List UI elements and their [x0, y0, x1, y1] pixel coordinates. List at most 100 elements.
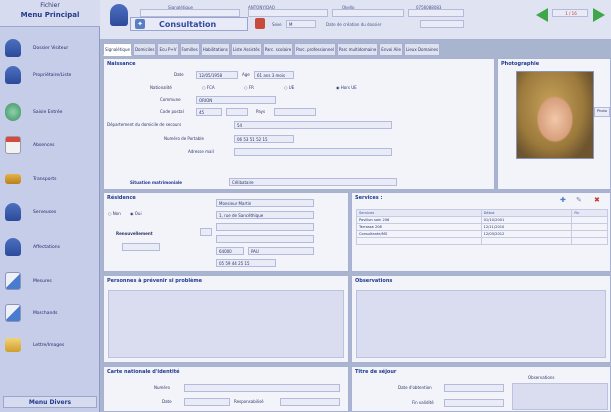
header-field-2[interactable] — [248, 9, 328, 17]
table-row[interactable]: Pavillon soin 206 01/10/2001 — [356, 216, 608, 224]
commune-field[interactable]: ORION — [196, 96, 276, 104]
person-icon — [110, 4, 128, 26]
birth-date-field[interactable]: 12/05/1958 — [196, 71, 238, 79]
sidebar-item-7[interactable]: Mesures — [5, 270, 97, 292]
permit-validity-field[interactable] — [444, 399, 504, 407]
renewal-field[interactable] — [122, 243, 160, 251]
country-field[interactable] — [274, 108, 316, 116]
address-field[interactable]: 1, rue de Sancéthique — [216, 211, 314, 219]
tab-parc-scolaire[interactable]: Parc. scolaire — [262, 43, 294, 56]
sidebar-item-1[interactable]: Propriétaire/Liste — [5, 64, 97, 86]
id-number-field[interactable] — [184, 384, 340, 392]
sidebar-label: Affectations — [33, 244, 60, 250]
id-card-panel: Carte nationale d'identité Numéro Date R… — [103, 366, 349, 412]
creation-date-field[interactable] — [420, 20, 464, 28]
table-row[interactable]: Consultante/MS 12/03/2012 — [356, 230, 608, 238]
tab-habilitations[interactable]: Habilitations — [200, 43, 230, 56]
marital-status-select[interactable]: Célibataire — [229, 178, 397, 186]
observations-textarea[interactable] — [356, 290, 606, 358]
sidebar-item-4[interactable]: Transports — [5, 168, 97, 190]
next-arrow-icon[interactable] — [593, 8, 605, 22]
tab-parc-professionnel[interactable]: Parc. professionnel — [294, 43, 336, 56]
option-label: FR — [248, 85, 254, 90]
residence-postal-field[interactable]: 64000 — [216, 247, 244, 255]
sidebar-item-2[interactable]: Saisie Entrée — [5, 101, 97, 123]
nat-option-3[interactable]: ◉ Hors UE — [336, 85, 357, 90]
previous-arrow-icon[interactable] — [536, 8, 548, 22]
mobile-field[interactable]: 06 53 51 52 15 — [234, 135, 294, 143]
sidebar-label: Dossier Visiteur — [33, 45, 69, 51]
edit-icon[interactable]: ✎ — [576, 196, 582, 204]
table-cell: Consultante/MS — [356, 230, 482, 238]
emergency-contacts-list[interactable] — [108, 290, 344, 358]
sidebar-item-8[interactable]: Marchands — [5, 302, 97, 324]
postal-code-field-2[interactable] — [226, 108, 248, 116]
country-label: Pays — [256, 109, 266, 114]
nat-option-1[interactable]: ○ FR — [244, 85, 254, 90]
column-header[interactable]: Fin — [571, 209, 608, 217]
tab-liste-assistes[interactable]: Liste Assistés — [230, 43, 262, 56]
permit-date-label: Date d'obtention — [398, 385, 432, 390]
permit-date-field[interactable] — [444, 384, 504, 392]
panel-title: Personnes à prévenir si problème — [107, 278, 203, 284]
email-label: Adresse mail — [188, 149, 214, 154]
id-date-field[interactable] — [184, 398, 230, 406]
responsible-field[interactable] — [280, 398, 340, 406]
residence-city-field[interactable]: PAU — [248, 247, 314, 255]
department-label: Département du domicile de secours — [107, 122, 182, 127]
contact-name-field[interactable]: Monsieur Martin — [216, 199, 314, 207]
table-row[interactable]: Terrasse 208 12/11/2010 — [356, 223, 608, 231]
consultation-mode-button[interactable]: ✦ Consultation — [130, 17, 248, 31]
lock-icon[interactable] — [255, 18, 265, 29]
doctor-icon — [5, 103, 21, 121]
department-select[interactable]: 54 — [234, 121, 392, 129]
sidebar-item-0[interactable]: Dossier Visiteur — [5, 37, 97, 59]
tab-lieux[interactable]: Lieux Domaines — [403, 43, 441, 56]
header-field-3[interactable] — [332, 9, 404, 17]
sidebar-label: Absences — [33, 142, 55, 148]
residence-option-non[interactable]: ○ Non — [108, 211, 121, 216]
nationality-label: Nationalité — [150, 85, 172, 90]
age-label: Age — [242, 72, 250, 77]
misc-menu-button[interactable]: Menu Divers — [3, 396, 97, 408]
tab-ecu[interactable]: Ecu P+V — [157, 43, 179, 56]
header-field-1[interactable] — [140, 9, 240, 17]
table-row[interactable] — [356, 237, 608, 245]
nat-option-2[interactable]: ○ UE — [284, 85, 294, 90]
address-field-2[interactable] — [216, 223, 314, 231]
tab-parc-multidomaine[interactable]: Parc multidomaine — [336, 43, 379, 56]
add-icon[interactable]: ✚ — [560, 196, 566, 204]
tab-familles[interactable]: Familles — [179, 43, 200, 56]
option-label: Non — [112, 211, 121, 216]
option-label: FCA — [206, 85, 215, 90]
file-menu[interactable]: Fichier — [0, 0, 100, 9]
postal-code-field[interactable]: 45 — [196, 108, 222, 116]
record-counter: 1 / 16 — [552, 9, 588, 17]
renewal-select[interactable] — [200, 228, 212, 236]
residence-phone-field[interactable]: 05 59 44 25 15 — [216, 259, 276, 267]
menu-header: Fichier Menu Principal — [0, 0, 100, 27]
sexe-select[interactable]: M — [286, 20, 316, 28]
email-field[interactable] — [234, 148, 392, 156]
birth-panel: Naissance Date 12/05/1958 Age 61 ans 3 m… — [103, 58, 495, 190]
column-header[interactable]: Services — [356, 209, 482, 217]
observations-panel: Observations — [351, 275, 611, 363]
nat-option-0[interactable]: ○ FCA — [202, 85, 215, 90]
tab-domiciles[interactable]: Domiciles — [132, 43, 157, 56]
person-icon — [5, 66, 21, 84]
panel-title: Observations — [355, 278, 393, 284]
residence-option-oui[interactable]: ◉ Oui — [130, 211, 142, 216]
record-navigator: 1 / 16 — [532, 3, 608, 25]
photo-button[interactable]: Photo — [594, 107, 610, 117]
address-field-3[interactable] — [216, 235, 314, 243]
sidebar-item-3[interactable]: Absences — [5, 134, 97, 156]
delete-icon[interactable]: ✖ — [594, 196, 600, 204]
column-header[interactable]: Début — [480, 209, 573, 217]
permit-observations-field[interactable] — [512, 383, 608, 410]
header-field-4[interactable] — [408, 9, 464, 17]
sidebar-item-5[interactable]: Serveuses — [5, 201, 97, 223]
tab-envoi[interactable]: Envoi Aile — [379, 43, 403, 56]
sidebar-item-6[interactable]: Affectations — [5, 236, 97, 258]
sidebar-item-9[interactable]: Lettre/Images — [5, 334, 97, 356]
tab-signaletique[interactable]: Signalétique — [103, 43, 132, 56]
